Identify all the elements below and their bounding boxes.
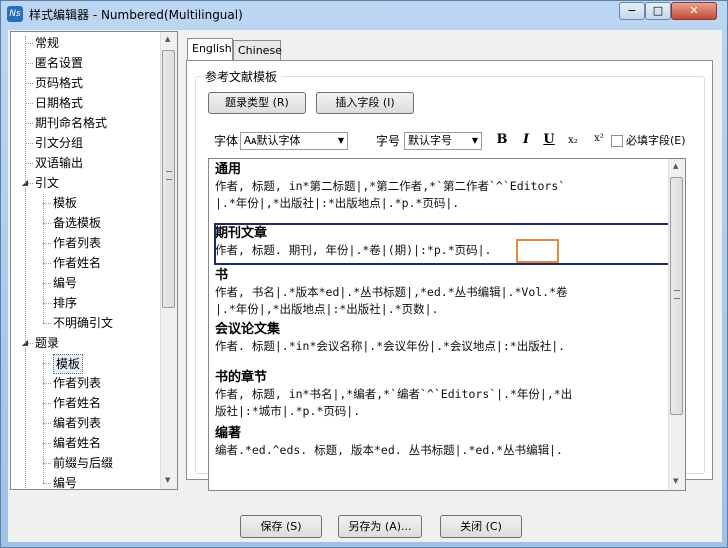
tree-item[interactable]: 页码格式: [35, 74, 83, 92]
entry-title: 编著: [215, 426, 242, 441]
tree-item[interactable]: 引文分组: [35, 134, 83, 152]
tab-english[interactable]: English: [187, 38, 233, 60]
tree-item[interactable]: 作者姓名: [53, 254, 101, 272]
close-button[interactable]: 关闭 (C): [440, 515, 522, 538]
tree-item[interactable]: 不明确引文: [53, 314, 113, 332]
tree-item[interactable]: 备选模板: [53, 214, 101, 232]
tree-item[interactable]: 排序: [53, 294, 77, 312]
editor-scroll-thumb[interactable]: [670, 177, 683, 415]
app-icon: Ns: [7, 6, 23, 22]
tree-item[interactable]: 双语输出: [35, 154, 83, 172]
entry-line: 编者.*ed.^eds. 标题, 版本*ed. 丛书标题|.*ed.*丛书编辑|…: [215, 443, 563, 457]
required-field-checkbox[interactable]: [611, 135, 623, 147]
bold-button[interactable]: B: [494, 132, 510, 147]
entry-line: |.*年份|,*出版社|:*出版地点|.*p.*页码|.: [215, 196, 460, 210]
scroll-up-icon[interactable]: ▲: [673, 162, 678, 170]
chevron-down-icon: ▼: [471, 136, 478, 145]
window-title: 样式编辑器 - Numbered(Multilingual): [29, 8, 243, 22]
chevron-down-icon: ▼: [337, 136, 344, 145]
title-bar: Ns 样式编辑器 - Numbered(Multilingual) − □ ✕: [1, 1, 727, 27]
client-area: ▲ ▼ 常规 匿名设置 页码格式 日期格式 期刊命名格式 引文分组 双语输出 引文 ◢ 模板 备选模…: [8, 30, 722, 542]
scroll-down-icon[interactable]: ▼: [673, 477, 678, 485]
tree-scrollbar[interactable]: ▲ ▼: [160, 32, 177, 489]
maximize-button[interactable]: □: [645, 2, 671, 20]
entry-title: 通用: [215, 162, 242, 177]
size-select[interactable]: 默认字号 ▼: [404, 132, 482, 150]
settings-tree[interactable]: ▲ ▼ 常规 匿名设置 页码格式 日期格式 期刊命名格式 引文分组 双语输出 引文 ◢ 模板 备选模…: [10, 31, 178, 490]
entry-line: 版社|:*城市|.*p.*页码|.: [215, 404, 361, 418]
size-label: 字号: [376, 134, 401, 148]
tree-item[interactable]: 前缀与后缀: [53, 454, 113, 472]
tree-item[interactable]: 作者姓名: [53, 394, 101, 412]
entry-title: 书的章节: [215, 370, 268, 385]
tab-chinese[interactable]: Chinese: [233, 40, 282, 60]
entry-book: 书 作者, 书名|.*版本*ed|.*丛书标题|,*ed.*丛书编辑|.*Vol…: [215, 267, 568, 318]
entry-line: 作者, 标题, in*第二标题|,*第二作者,*`第二作者`^`Editors`: [215, 179, 566, 193]
entry-edited-book: 编著 编者.*ed.^eds. 标题, 版本*ed. 丛书标题|.*ed.*丛书…: [215, 425, 563, 459]
font-select[interactable]: 🗛默认字体 ▼: [240, 132, 348, 150]
tree-item[interactable]: 编者列表: [53, 414, 101, 432]
minimize-icon: −: [627, 4, 637, 17]
entry-line: 作者. 标题|.*in*会议名称|.*会议年份|.*会议地点|:*出版社|.: [215, 339, 566, 353]
entry-line: 作者, 标题, in*书名|,*编者,*`编者`^`Editors`|.*年份|…: [215, 387, 573, 401]
entry-generic: 通用 作者, 标题, in*第二标题|,*第二作者,*`第二作者`^`Edito…: [215, 161, 565, 212]
superscript-button[interactable]: x²: [591, 133, 607, 144]
tree-item[interactable]: 题录: [35, 334, 59, 352]
font-icon: 🗛: [244, 134, 257, 147]
entry-conference-proceedings: 会议论文集 作者. 标题|.*in*会议名称|.*会议年份|.*会议地点|:*出…: [215, 321, 565, 355]
maximize-icon: □: [652, 4, 664, 17]
font-label: 字体: [214, 134, 239, 148]
tree-item[interactable]: 作者列表: [53, 234, 101, 252]
tree-item[interactable]: 作者列表: [53, 374, 101, 392]
scroll-down-icon[interactable]: ▼: [165, 476, 170, 484]
subscript-button[interactable]: x₂: [565, 135, 581, 146]
insert-field-button[interactable]: 插入字段 (I): [316, 92, 414, 114]
underline-button[interactable]: U: [541, 132, 557, 147]
tree-item[interactable]: 日期格式: [35, 94, 83, 112]
tree-item[interactable]: 模板: [53, 354, 84, 374]
tree-item[interactable]: 编号: [53, 274, 77, 292]
minimize-button[interactable]: −: [619, 2, 645, 20]
close-window-button[interactable]: ✕: [671, 2, 717, 20]
tree-item[interactable]: 常规: [35, 34, 59, 52]
tree-item[interactable]: 编者姓名: [53, 434, 101, 452]
ref-type-button[interactable]: 题录类型 (R): [208, 92, 306, 114]
tree-item[interactable]: 匿名设置: [35, 54, 83, 72]
required-field-label: 必填字段(E): [626, 134, 686, 147]
entry-title: 会议论文集: [215, 322, 281, 337]
group-title: 参考文献模板: [201, 68, 282, 85]
page-field-highlight: [516, 239, 559, 263]
tree-item[interactable]: 编号: [53, 474, 77, 489]
selected-entry-highlight: [214, 223, 670, 265]
style-editor-window: Ns 样式编辑器 - Numbered(Multilingual) − □ ✕ …: [0, 0, 728, 548]
tree-item[interactable]: 模板: [53, 194, 77, 212]
close-icon: ✕: [689, 4, 699, 17]
font-value: 默认字体: [256, 134, 301, 147]
entry-line: |.*年份|,*出版地点|:*出版社|.*页数|.: [215, 302, 439, 316]
entry-book-section: 书的章节 作者, 标题, in*书名|,*编者,*`编者`^`Editors`|…: [215, 369, 572, 420]
entry-line: 作者, 书名|.*版本*ed|.*丛书标题|,*ed.*丛书编辑|.*Vol.*…: [215, 285, 568, 299]
size-value: 默认字号: [408, 134, 452, 147]
tree-scroll-thumb[interactable]: [162, 50, 175, 308]
editor-scrollbar[interactable]: ▲ ▼: [668, 159, 685, 490]
entry-title: 书: [215, 268, 229, 283]
italic-button[interactable]: I: [518, 132, 534, 147]
save-as-button[interactable]: 另存为 (A)...: [338, 515, 422, 538]
template-editor[interactable]: 通用 作者, 标题, in*第二标题|,*第二作者,*`第二作者`^`Edito…: [208, 158, 686, 491]
tree-item[interactable]: 期刊命名格式: [35, 114, 107, 132]
tree-item[interactable]: 引文: [35, 174, 59, 192]
save-button[interactable]: 保存 (S): [240, 515, 322, 538]
scroll-up-icon[interactable]: ▲: [165, 35, 170, 43]
